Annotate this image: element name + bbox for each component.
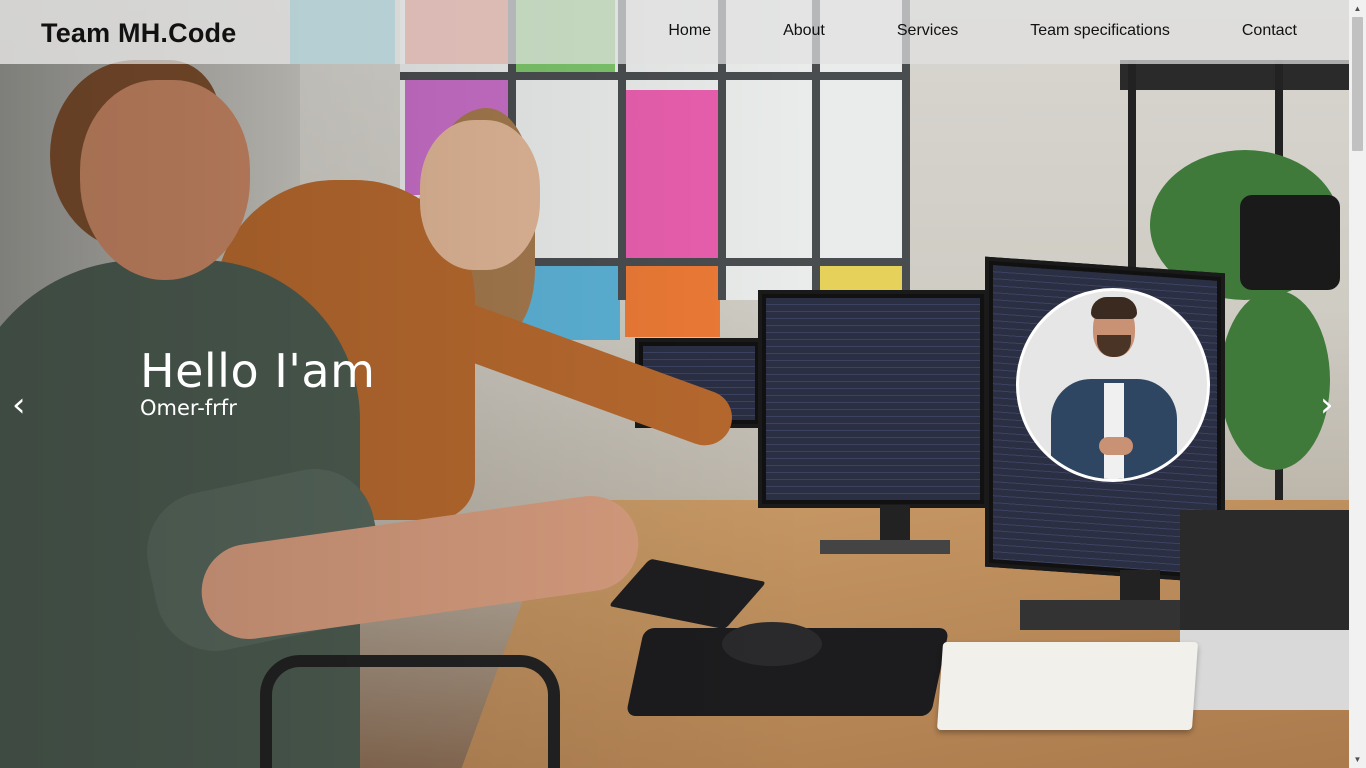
nav-link-team-specifications[interactable]: Team specifications bbox=[1030, 22, 1170, 40]
scroll-up-arrow-icon[interactable]: ▲ bbox=[1349, 0, 1366, 17]
chevron-left-icon[interactable]: ‹ bbox=[12, 388, 26, 422]
avatar-hands bbox=[1099, 437, 1133, 455]
avatar-shirt bbox=[1104, 383, 1124, 479]
nav-link-contact[interactable]: Contact bbox=[1242, 22, 1297, 40]
brand-logo[interactable]: Team MH.Code bbox=[41, 18, 236, 49]
avatar-hair bbox=[1091, 297, 1137, 319]
navbar: Team MH.Code Home About Services Team sp… bbox=[0, 0, 1349, 64]
scroll-down-arrow-icon[interactable]: ▼ bbox=[1349, 751, 1366, 768]
hero-name: Omer-frfr bbox=[140, 396, 237, 420]
nav-link-home[interactable]: Home bbox=[668, 22, 711, 40]
nav-link-services[interactable]: Services bbox=[897, 22, 958, 40]
page-scrollbar[interactable]: ▲ ▼ bbox=[1349, 0, 1366, 768]
profile-avatar bbox=[1016, 288, 1210, 482]
nav-links: Home About Services Team specifications … bbox=[668, 22, 1297, 40]
page: Team MH.Code Home About Services Team sp… bbox=[0, 0, 1366, 768]
chevron-right-icon[interactable]: › bbox=[1320, 388, 1334, 422]
nav-link-about[interactable]: About bbox=[783, 22, 825, 40]
scroll-thumb[interactable] bbox=[1352, 17, 1363, 151]
hero-greeting: Hello I'am bbox=[140, 344, 376, 398]
